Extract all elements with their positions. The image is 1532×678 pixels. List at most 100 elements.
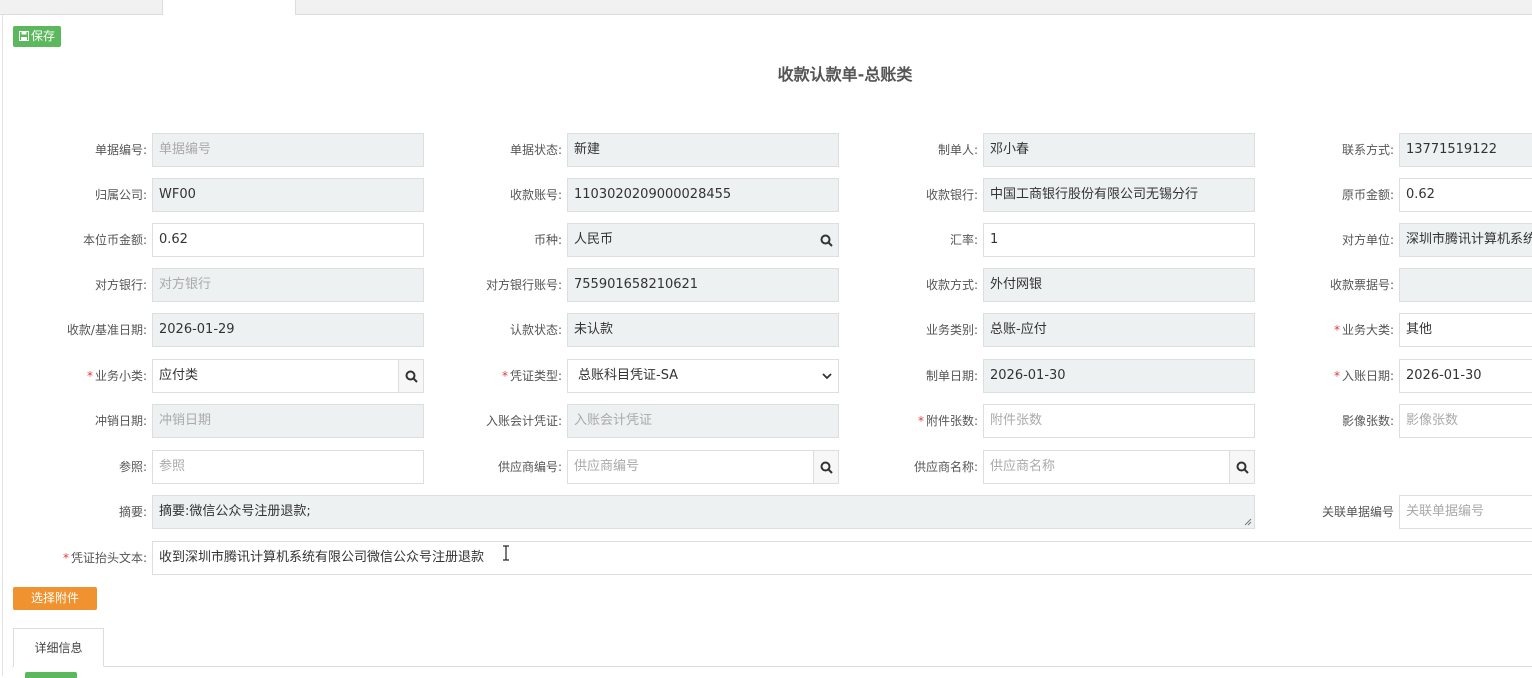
header-text-input[interactable]: 收到深圳市腾讯计算机系统有限公司微信公众号注册退款 xyxy=(152,541,1532,575)
contact-field: 13771519122 xyxy=(1399,133,1532,167)
cp-bank-acct-field: 755901658210621 xyxy=(567,268,839,302)
receive-method-field: 外付网银 xyxy=(983,268,1255,302)
search-icon xyxy=(405,370,418,383)
counterparty-field: 深圳市腾讯计算机系统 xyxy=(1399,223,1532,257)
header-text-label: * 凭证抬头文本: xyxy=(10,541,147,575)
related-no-input[interactable]: 关联单据编号 xyxy=(1399,495,1532,529)
supplier-no-label: 供应商编号: xyxy=(497,460,562,474)
summary-value: 摘要:微信公众号注册退款; xyxy=(159,504,311,519)
local-amount-label: 本位币金额: xyxy=(82,233,147,247)
post-date-label-text: 入账日期: xyxy=(1341,369,1394,383)
required-mark: * xyxy=(86,369,93,383)
save-label: 保存 xyxy=(30,29,55,43)
required-mark: * xyxy=(1333,323,1340,337)
supplier-name-search-button[interactable] xyxy=(1229,451,1254,483)
voucher-type-value: 总账科目凭证-SA xyxy=(578,368,679,383)
currency-value: 人民币 xyxy=(574,232,614,247)
orig-amount-label: 原币金额: xyxy=(1341,188,1394,202)
chevron-down-icon xyxy=(822,373,832,380)
text-cursor-icon xyxy=(503,545,509,561)
receipt-no-field xyxy=(1399,268,1532,302)
search-icon xyxy=(1236,461,1249,474)
voucher-type-label-text: 凭证类型: xyxy=(509,369,562,383)
supplier-no-field[interactable]: 供应商编号 xyxy=(567,450,839,484)
doc-status-label: 单据状态: xyxy=(509,143,562,157)
claim-status-field: 未认款 xyxy=(567,313,839,347)
tab-detail-info[interactable]: 详细信息 xyxy=(13,628,104,667)
required-mark: * xyxy=(62,551,69,565)
biz-minor-value: 应付类 xyxy=(159,368,199,383)
currency-field[interactable]: 人民币 xyxy=(567,223,839,257)
attach-count-label-text: 附件张数: xyxy=(925,414,978,428)
voucher-type-select[interactable]: 总账科目凭证-SA xyxy=(567,359,839,393)
claim-status-label: 认款状态: xyxy=(509,323,562,337)
receive-acct-label: 收款账号: xyxy=(509,188,562,202)
acct-voucher-field: 入账会计凭证 xyxy=(567,404,839,438)
base-date-field: 2026-01-29 xyxy=(152,313,424,347)
required-mark: * xyxy=(1333,369,1340,383)
rate-label: 汇率: xyxy=(949,233,978,247)
writeoff-date-field: 冲销日期 xyxy=(152,404,424,438)
create-date-label: 制单日期: xyxy=(925,369,978,383)
doc-no-label: 单据编号: xyxy=(94,143,147,157)
supplier-no-placeholder: 供应商编号 xyxy=(574,459,640,474)
local-amount-input[interactable]: 0.62 xyxy=(152,223,424,257)
detail-tab-divider xyxy=(12,666,1532,667)
create-date-field: 2026-01-30 xyxy=(983,359,1255,393)
receive-bank-field: 中国工商银行股份有限公司无锡分行 xyxy=(983,178,1255,212)
summary-label: 摘要: xyxy=(118,505,147,519)
required-mark: * xyxy=(917,414,924,428)
image-count-input[interactable]: 影像张数 xyxy=(1399,404,1532,438)
biz-minor-label: * 业务小类: xyxy=(10,359,147,393)
biz-major-label: * 业务大类: xyxy=(1260,313,1394,347)
doc-status-field: 新建 xyxy=(567,133,839,167)
tab-current[interactable] xyxy=(162,0,296,15)
biz-minor-search-button[interactable] xyxy=(398,360,423,392)
tab-previous[interactable] xyxy=(8,0,158,14)
company-field: WF00 xyxy=(152,178,424,212)
cp-bank-field: 对方银行 xyxy=(152,268,424,302)
save-icon xyxy=(18,31,29,41)
required-mark: * xyxy=(501,369,508,383)
receipt-no-label: 收款票据号: xyxy=(1329,278,1394,292)
detail-action-button[interactable] xyxy=(25,672,77,678)
supplier-name-field[interactable]: 供应商名称 xyxy=(983,450,1255,484)
base-date-label: 收款/基准日期: xyxy=(66,323,147,337)
acct-voucher-label: 入账会计凭证: xyxy=(485,414,562,428)
reference-label: 参照: xyxy=(118,460,147,474)
supplier-no-search-button[interactable] xyxy=(813,451,838,483)
supplier-name-label: 供应商名称: xyxy=(913,460,978,474)
biz-category-label: 业务类别: xyxy=(925,323,978,337)
image-count-label: 影像张数: xyxy=(1341,414,1394,428)
resize-handle-icon[interactable] xyxy=(1244,518,1252,526)
page-title: 收款认款单-总账类 xyxy=(777,65,913,84)
summary-textarea[interactable]: 摘要:微信公众号注册退款; xyxy=(152,495,1255,529)
select-attachment-button[interactable]: 选择附件 xyxy=(13,587,97,610)
currency-label: 币种: xyxy=(533,233,562,247)
header-text-label-text: 凭证抬头文本: xyxy=(70,551,147,565)
cp-bank-label: 对方银行: xyxy=(94,278,147,292)
biz-major-label-text: 业务大类: xyxy=(1341,323,1394,337)
attach-count-input[interactable]: 附件张数 xyxy=(983,404,1255,438)
biz-minor-field[interactable]: 应付类 xyxy=(152,359,424,393)
panel-border xyxy=(2,14,3,676)
writeoff-date-label: 冲销日期: xyxy=(94,414,147,428)
creator-field: 邓小春 xyxy=(983,133,1255,167)
supplier-name-placeholder: 供应商名称 xyxy=(990,459,1056,474)
search-icon xyxy=(820,461,833,474)
orig-amount-input[interactable]: 0.62 xyxy=(1399,178,1532,212)
post-date-input[interactable]: 2026-01-30 xyxy=(1399,359,1532,393)
search-icon xyxy=(820,234,833,247)
related-no-label: 关联单据编号 xyxy=(1321,505,1394,519)
save-button[interactable]: 保存 xyxy=(13,26,61,47)
biz-major-input[interactable]: 其他 xyxy=(1399,313,1532,347)
currency-search-button[interactable] xyxy=(814,224,838,256)
biz-minor-label-text: 业务小类: xyxy=(94,369,147,383)
reference-input[interactable]: 参照 xyxy=(152,450,424,484)
counterparty-label: 对方单位: xyxy=(1341,233,1394,247)
receive-acct-field: 1103020209000028455 xyxy=(567,178,839,212)
rate-input[interactable]: 1 xyxy=(983,223,1255,257)
voucher-type-label: * 凭证类型: xyxy=(430,359,562,393)
attach-count-label: * 附件张数: xyxy=(845,404,978,438)
top-tab-bar xyxy=(0,0,1532,15)
